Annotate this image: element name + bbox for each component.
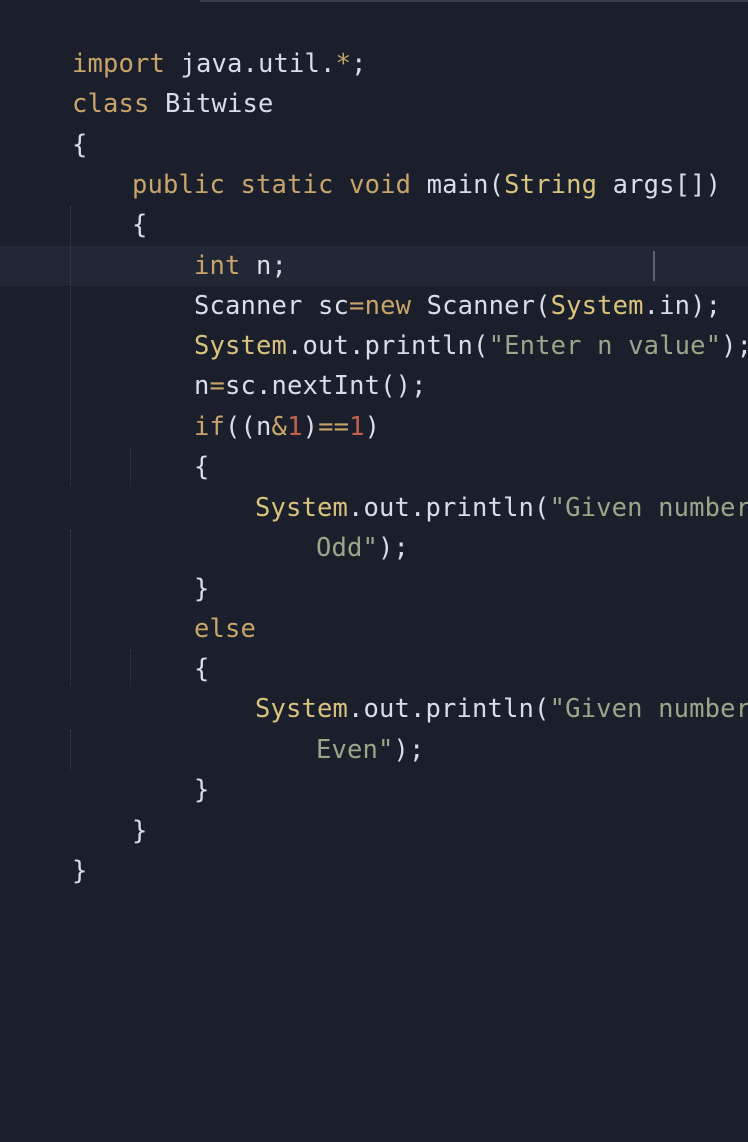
token-text: ;	[351, 49, 367, 79]
token-brace: }	[194, 775, 210, 805]
token-operator: ==	[318, 412, 350, 442]
code-line-12-wrap[interactable]: Odd");	[254, 488, 409, 563]
code-line-11[interactable]: {	[132, 407, 210, 482]
indent-guide	[70, 530, 71, 686]
code-line-9[interactable]: n=sc.nextInt();	[132, 326, 427, 401]
code-line-3[interactable]: {	[10, 85, 88, 160]
code-line-14[interactable]: else	[132, 569, 256, 644]
code-line-7[interactable]: Scanner sc=new Scanner(System.in);	[132, 246, 721, 321]
token-string: "Enter n value"	[488, 331, 722, 361]
indent-guide	[70, 730, 71, 770]
code-line-17[interactable]: }	[132, 730, 210, 805]
text-cursor	[653, 251, 655, 281]
token-text: )	[364, 412, 381, 442]
code-line-13[interactable]: }	[132, 529, 210, 604]
code-line-12[interactable]: System.out.println("Given number is	[193, 448, 748, 523]
code-line-8[interactable]: System.out.println("Enter n value");	[132, 286, 748, 361]
token-text: Bitwise	[149, 89, 274, 119]
token-operator: &	[271, 412, 288, 442]
token-number: 1	[349, 412, 365, 442]
indent-guide	[130, 650, 131, 686]
token-keyword: static	[240, 170, 334, 200]
token-brace: }	[72, 856, 88, 886]
tab-bar-edge	[200, 0, 748, 2]
indent-guide	[130, 448, 131, 486]
token-text: )	[302, 412, 319, 442]
token-text: );	[721, 331, 748, 361]
code-line-4[interactable]: public static void main(String args[])	[70, 125, 721, 200]
token-operator: *	[335, 49, 352, 79]
code-line-15[interactable]: {	[132, 609, 210, 684]
code-line-16-wrap[interactable]: Even");	[254, 690, 425, 765]
token-text: );	[378, 533, 410, 563]
token-text: args[])	[597, 170, 722, 200]
token-class: String	[504, 170, 598, 200]
token-string: "Given number is	[549, 694, 748, 724]
code-line-1[interactable]: import java.util.*;	[10, 4, 367, 79]
token-string: Even"	[316, 735, 394, 765]
code-line-5[interactable]: {	[70, 165, 148, 240]
code-line-10[interactable]: if((n&1)==1)	[132, 367, 380, 442]
code-editor[interactable]: import java.util.*; class Bitwise { publ…	[0, 0, 748, 1142]
token-text: main(	[411, 170, 505, 200]
code-line-2[interactable]: class Bitwise	[10, 44, 274, 119]
token-number: 1	[287, 412, 303, 442]
token-brace: }	[132, 816, 148, 846]
token-keyword: void	[349, 170, 412, 200]
code-line-6[interactable]: int n;	[132, 206, 287, 281]
token-string: Odd"	[316, 533, 379, 563]
code-line-19[interactable]: }	[10, 811, 88, 886]
token-text: );	[393, 735, 425, 765]
code-line-16[interactable]: System.out.println("Given number is	[193, 649, 748, 724]
token-string: "Given number is	[549, 493, 748, 523]
code-line-18[interactable]: }	[70, 771, 148, 846]
token-text: ((n	[225, 412, 272, 442]
